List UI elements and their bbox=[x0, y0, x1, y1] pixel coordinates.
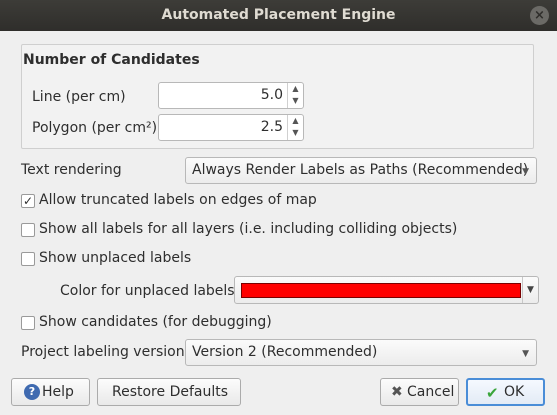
close-button[interactable]: × bbox=[530, 6, 549, 25]
candidates-group-title: Number of Candidates bbox=[23, 52, 200, 68]
polygon-candidates-value: 2.5 bbox=[260, 119, 283, 135]
show-candidates-label[interactable]: Show candidates (for debugging) bbox=[39, 314, 272, 330]
spin-up-icon[interactable]: ▲ bbox=[288, 115, 303, 127]
allow-truncated-label[interactable]: Allow truncated labels on edges of map bbox=[39, 192, 317, 208]
show-all-labels-label[interactable]: Show all labels for all layers (i.e. inc… bbox=[39, 221, 457, 237]
cancel-button-label: Cancel bbox=[407, 384, 455, 400]
show-unplaced-checkbox[interactable] bbox=[21, 252, 35, 266]
window-title: Automated Placement Engine bbox=[161, 7, 396, 23]
unplaced-color-button[interactable]: ▼ bbox=[234, 276, 539, 304]
restore-defaults-label: Restore Defaults bbox=[112, 384, 229, 400]
spin-down-icon[interactable]: ▼ bbox=[288, 127, 303, 139]
line-candidates-label: Line (per cm) bbox=[32, 89, 126, 105]
checkmark-icon: ✔ bbox=[486, 384, 499, 402]
labeling-version-selected: Version 2 (Recommended) bbox=[192, 344, 378, 360]
ok-button-label: OK bbox=[504, 384, 525, 400]
text-rendering-combo[interactable]: Always Render Labels as Paths (Recommend… bbox=[185, 157, 537, 184]
cancel-button[interactable]: ✖ Cancel bbox=[380, 378, 459, 406]
ok-button[interactable]: ✔ OK bbox=[466, 378, 545, 406]
show-all-labels-checkbox[interactable] bbox=[21, 223, 35, 237]
cancel-icon: ✖ bbox=[391, 384, 403, 400]
polygon-candidates-spinbox[interactable]: 2.5 ▲ ▼ bbox=[158, 114, 304, 141]
text-rendering-label: Text rendering bbox=[21, 162, 122, 178]
line-candidates-value: 5.0 bbox=[260, 87, 283, 103]
unplaced-color-label: Color for unplaced labels bbox=[60, 283, 235, 299]
polygon-candidates-label: Polygon (per cm²) bbox=[32, 120, 158, 136]
spin-down-icon[interactable]: ▼ bbox=[288, 95, 303, 107]
color-swatch bbox=[241, 283, 521, 298]
allow-truncated-checkbox[interactable]: ✓ bbox=[21, 194, 35, 208]
restore-defaults-button[interactable]: Restore Defaults bbox=[97, 378, 241, 406]
chevron-down-icon[interactable]: ▼ bbox=[522, 277, 538, 303]
line-candidates-spinbox[interactable]: 5.0 ▲ ▼ bbox=[158, 82, 304, 109]
spin-up-icon[interactable]: ▲ bbox=[288, 83, 303, 95]
chevron-down-icon: ▼ bbox=[522, 349, 529, 359]
title-bar: Automated Placement Engine × bbox=[0, 0, 557, 31]
help-icon: ? bbox=[24, 384, 40, 400]
labeling-version-label: Project labeling version bbox=[21, 344, 185, 360]
show-candidates-checkbox[interactable] bbox=[21, 316, 35, 330]
help-button[interactable]: ? Help bbox=[11, 378, 90, 406]
chevron-down-icon: ▼ bbox=[522, 167, 529, 177]
labeling-version-combo[interactable]: Version 2 (Recommended) ▼ bbox=[185, 339, 537, 366]
dialog-window: Automated Placement Engine × Number of C… bbox=[0, 0, 557, 415]
text-rendering-selected: Always Render Labels as Paths (Recommend… bbox=[192, 162, 529, 178]
spin-arrows[interactable]: ▲ ▼ bbox=[287, 115, 303, 140]
spin-arrows[interactable]: ▲ ▼ bbox=[287, 83, 303, 108]
help-button-label: Help bbox=[42, 384, 74, 400]
show-unplaced-label[interactable]: Show unplaced labels bbox=[39, 250, 191, 266]
